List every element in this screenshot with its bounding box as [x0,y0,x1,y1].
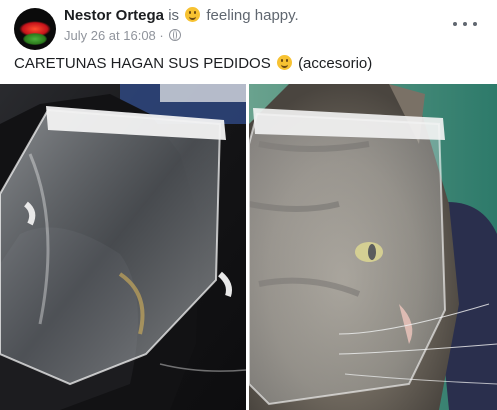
caption-text: CARETUNAS HAGAN SUS PEDIDOS [14,55,271,72]
smile-emoji-icon [276,55,292,70]
happy-emoji-icon [185,7,201,22]
feeling-text: feeling happy. [206,7,299,24]
photo-face-shield-tabby-cat[interactable] [249,84,497,410]
author-line: Nestor Ortega is feeling happy. [64,6,445,26]
is-text: is [168,7,180,24]
separator: · [159,28,164,43]
post-header: Nestor Ortega is feeling happy. July 26 … [12,6,485,50]
avatar-leaf-icon [23,33,47,45]
tabby-cat-photo-icon [249,84,497,410]
timestamp-line: July 26 at 16:08 · [64,27,445,45]
photo-face-shield-black-cat[interactable] [0,84,246,410]
feed-post: Nestor Ortega is feeling happy. July 26 … [0,0,497,410]
black-cat-photo-icon [0,84,246,410]
more-options-icon[interactable] [453,16,477,32]
post-meta: Nestor Ortega is feeling happy. July 26 … [64,6,445,45]
post-timestamp-link[interactable]: July 26 at 16:08 [64,28,156,43]
photo-grid [0,84,497,410]
globe-icon[interactable] [169,29,182,41]
post-caption: CARETUNAS HAGAN SUS PEDIDOS (accesorio) [14,54,485,74]
author-avatar[interactable] [14,8,56,50]
author-name-link[interactable]: Nestor Ortega [64,7,164,24]
caption-suffix: (accesorio) [298,55,373,72]
